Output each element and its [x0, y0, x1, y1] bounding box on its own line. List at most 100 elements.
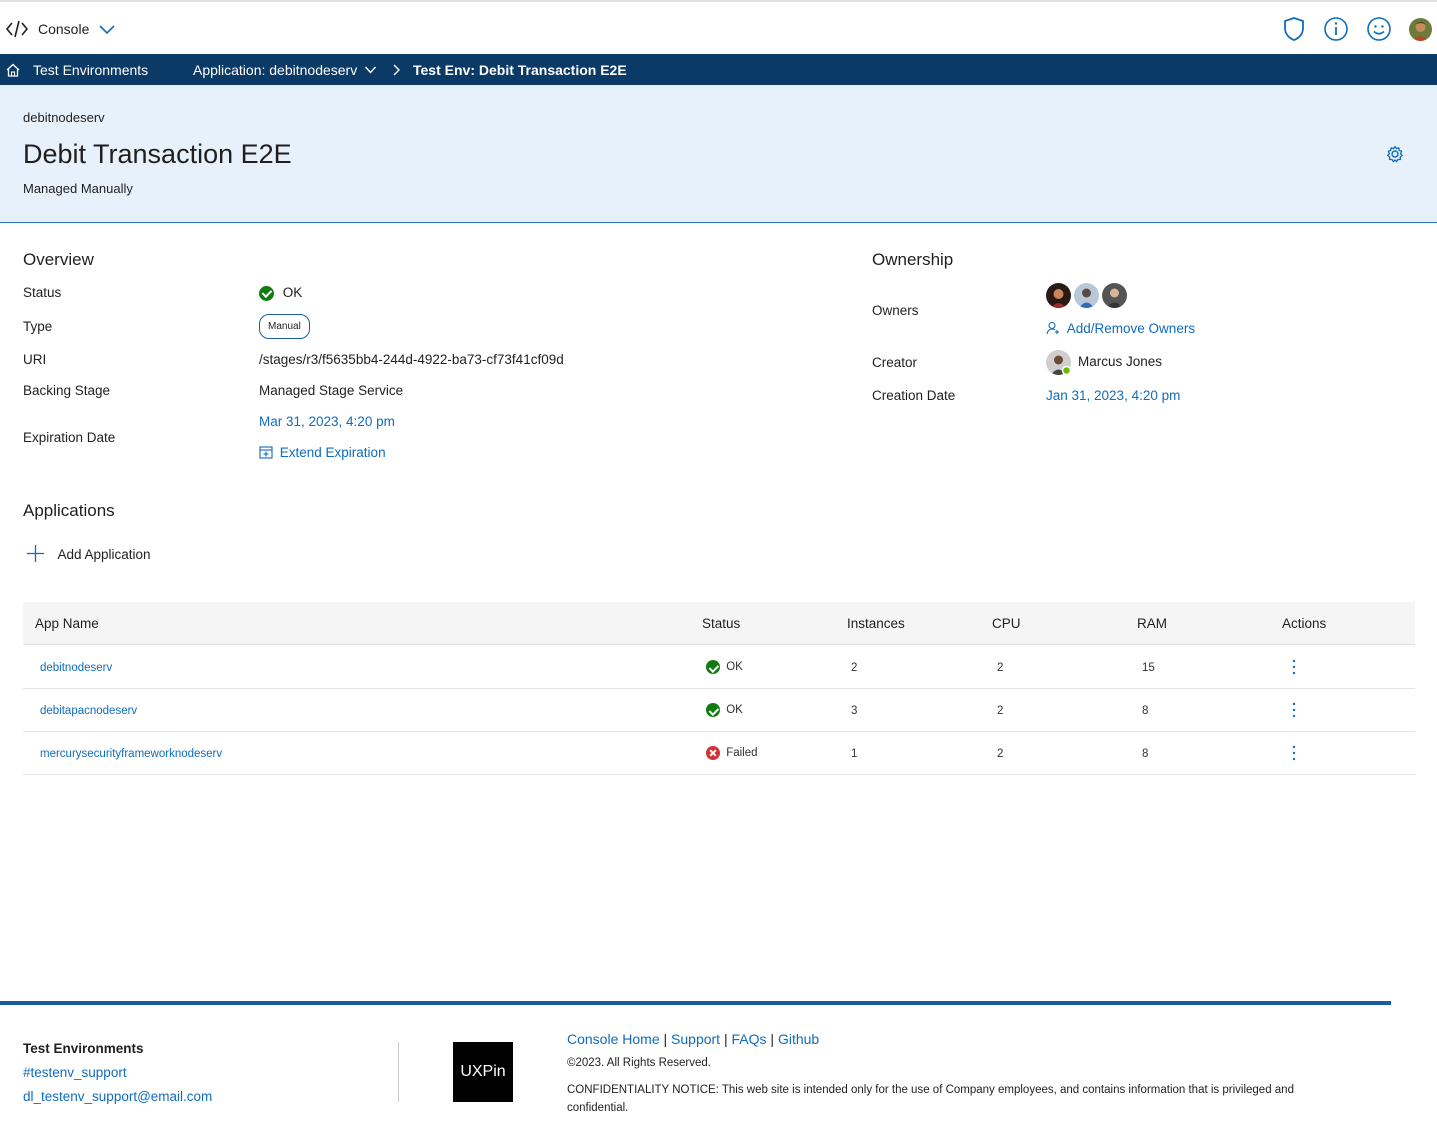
add-application-button[interactable]: Add Application — [26, 544, 151, 564]
owners-label: Owners — [872, 303, 919, 318]
confidentiality-notice: CONFIDENTIALITY NOTICE: This web site is… — [567, 1084, 1294, 1114]
status-cell: Failed — [706, 746, 758, 760]
instances-cell: 2 — [851, 662, 858, 674]
check-circle-icon — [259, 285, 274, 301]
expiration-date-label: Expiration Date — [23, 430, 116, 445]
creator-label: Creator — [872, 355, 918, 370]
column-header[interactable]: CPU — [992, 616, 1021, 631]
extend-expiration-label: Extend Expiration — [279, 445, 386, 460]
column-header[interactable]: App Name — [35, 616, 99, 631]
overview-heading: Overview — [23, 250, 94, 269]
status-cell: OK — [706, 703, 743, 717]
footer-link-faqs[interactable]: FAQs — [732, 1031, 767, 1047]
footer-link-support[interactable]: Support — [671, 1031, 720, 1047]
table-row: debitnodeserv OK 2 2 15 — [23, 646, 1415, 689]
add-remove-owners-label: Add/Remove Owners — [1066, 321, 1196, 336]
creator-value: Marcus Jones — [1078, 354, 1163, 369]
uxpin-logo: UXPin — [453, 1042, 513, 1102]
instances-cell: 3 — [851, 705, 858, 717]
more-vertical-icon[interactable] — [1291, 659, 1297, 675]
page-title: Debit Transaction E2E — [23, 139, 292, 169]
breadcrumb-application[interactable]: Application: debitnodeserv — [193, 62, 357, 78]
app-name[interactable]: Console — [38, 21, 89, 37]
info-icon[interactable] — [1323, 16, 1349, 42]
smiley-icon[interactable] — [1366, 16, 1392, 42]
status-text: OK — [726, 661, 743, 674]
type-label: Type — [23, 319, 53, 334]
applications-heading: Applications — [23, 501, 115, 520]
breadcrumb-home[interactable]: Test Environments — [33, 62, 148, 78]
owner-avatar[interactable] — [1102, 283, 1127, 308]
check-circle-icon — [706, 660, 720, 674]
instances-cell: 1 — [851, 748, 858, 760]
column-header[interactable]: Status — [702, 616, 740, 631]
top-bar: Console — [0, 0, 1437, 54]
more-vertical-icon[interactable] — [1291, 702, 1297, 718]
table-row: debitapacnodeserv OK 3 2 8 — [23, 689, 1415, 732]
application-name: debitnodeserv — [23, 110, 105, 125]
chevron-right-icon — [393, 64, 400, 76]
status-cell: OK — [706, 660, 743, 674]
plus-icon — [27, 545, 44, 562]
ram-cell: 8 — [1142, 705, 1149, 717]
error-circle-icon — [706, 746, 720, 760]
add-remove-owners-button[interactable]: Add/Remove Owners — [1046, 321, 1195, 336]
user-avatar[interactable] — [1409, 18, 1432, 41]
app-name-link[interactable]: mercurysecurityframeworknodeserv — [40, 748, 222, 760]
check-circle-icon — [706, 703, 720, 717]
chevron-down-icon[interactable] — [98, 22, 116, 36]
extend-expiration-button[interactable]: Extend Expiration — [259, 445, 386, 460]
add-application-label: Add Application — [57, 547, 151, 562]
management-mode: Managed Manually — [23, 181, 133, 196]
table-header: App Name Status Instances CPU RAM Action… — [23, 602, 1415, 645]
footer-title: Test Environments — [23, 1041, 144, 1056]
backing-stage-label: Backing Stage — [23, 383, 111, 398]
cpu-cell: 2 — [997, 748, 1004, 760]
owner-avatar[interactable] — [1074, 283, 1099, 308]
gear-icon[interactable] — [1385, 144, 1405, 164]
shield-icon[interactable] — [1281, 16, 1307, 42]
creator-avatar[interactable] — [1046, 350, 1072, 376]
app-name-link[interactable]: debitapacnodeserv — [40, 705, 137, 717]
footer-divider — [0, 1001, 1391, 1005]
home-icon[interactable] — [5, 62, 21, 78]
status-text: OK — [726, 704, 743, 717]
chevron-down-icon[interactable] — [364, 65, 377, 75]
column-header: Actions — [1282, 616, 1327, 631]
footer-link-github[interactable]: Github — [778, 1031, 819, 1047]
column-header[interactable]: Instances — [847, 616, 905, 631]
type-badge: Manual — [259, 314, 310, 339]
page-header: debitnodeserv Debit Transaction E2E Mana… — [0, 85, 1437, 223]
owner-avatar[interactable] — [1046, 283, 1071, 308]
creation-date-label: Creation Date — [872, 388, 956, 403]
status-text: OK — [282, 285, 303, 300]
footer-link-console-home[interactable]: Console Home — [567, 1031, 660, 1047]
code-icon[interactable] — [5, 19, 29, 39]
app-name-link[interactable]: debitnodeserv — [40, 662, 112, 674]
backing-stage-value: Managed Stage Service — [259, 383, 404, 398]
uri-label: URI — [23, 352, 47, 367]
expiration-date-value[interactable]: Mar 31, 2023, 4:20 pm — [259, 414, 395, 429]
creation-date-value: Jan 31, 2023, 4:20 pm — [1046, 388, 1181, 403]
breadcrumb: Test Environments Application: debitnode… — [0, 54, 1437, 85]
footer-links: Console Home | Support | FAQs | Github — [567, 1031, 820, 1047]
status-value: OK — [259, 285, 302, 301]
copyright: ©2023. All Rights Reserved. — [567, 1057, 711, 1069]
ram-cell: 8 — [1142, 748, 1149, 760]
status-text: Failed — [726, 747, 758, 760]
column-header[interactable]: RAM — [1137, 616, 1167, 631]
ownership-heading: Ownership — [872, 250, 954, 269]
cpu-cell: 2 — [997, 662, 1004, 674]
status-label: Status — [23, 285, 62, 300]
calendar-icon — [259, 446, 273, 459]
footer-separator — [398, 1042, 399, 1102]
footer-slack-link[interactable]: #testenv_support — [23, 1065, 127, 1080]
table-row: mercurysecurityframeworknodeserv Failed … — [23, 732, 1415, 775]
more-vertical-icon[interactable] — [1291, 745, 1297, 761]
breadcrumb-current: Test Env: Debit Transaction E2E — [413, 62, 627, 78]
cpu-cell: 2 — [997, 705, 1004, 717]
uri-value: /stages/r3/f5635bb4-244d-4922-ba73-cf73f… — [259, 352, 564, 367]
footer-email-link[interactable]: dl_testenv_support@email.com — [23, 1089, 212, 1104]
add-person-icon — [1046, 321, 1059, 335]
ram-cell: 15 — [1142, 662, 1155, 674]
